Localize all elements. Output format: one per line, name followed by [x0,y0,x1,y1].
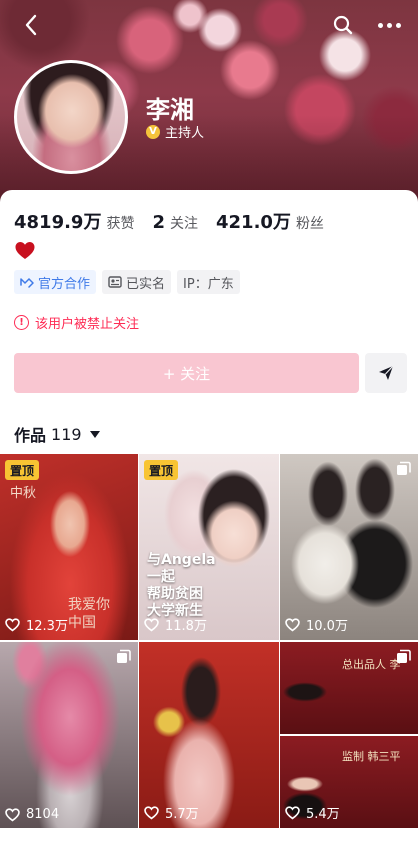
notice-text: 该用户被禁止关注 [35,317,140,332]
follow-label: + 关注 [162,364,211,383]
ip-location-tag: IP：广东 [177,270,240,294]
stat-value: 421.0万 [216,212,291,233]
avatar[interactable] [14,60,128,174]
stat-value: 4819.9万 [14,212,102,233]
tag-label: 已实名 [126,276,166,292]
like-count: 10.0万 [285,615,348,634]
works-tab[interactable]: 作品 119 [14,422,100,446]
alert-icon: ! [14,315,29,330]
profile-tags: 官方合作 已实名 IP：广东 [14,270,240,294]
works-count: 119 [51,424,82,444]
like-count: 12.3万 [5,615,68,634]
like-value: 11.8万 [165,619,207,634]
like-value: 12.3万 [26,619,68,634]
like-count: 5.4万 [285,803,340,822]
stat-followers[interactable]: 421.0万 粉丝 [216,208,324,234]
tag-label: IP：广东 [183,276,234,292]
like-value: 8104 [26,807,60,822]
pinned-badge: 置顶 [5,460,40,480]
heart-outline-icon [144,805,159,819]
follow-ban-notice: ! 该用户被禁止关注 [14,313,139,332]
works-label: 作品 [14,426,47,445]
video-tile[interactable]: 5.7万 [139,642,279,828]
handshake-icon [20,277,34,288]
multi-image-icon [397,649,411,663]
like-value: 5.4万 [306,807,340,822]
verified-icon: V [146,124,160,139]
heart-outline-icon [285,805,300,819]
overlay-line: 与Angela [147,552,216,568]
multi-image-icon [397,461,411,475]
video-corner-text: 中秋 [10,486,37,501]
follow-button[interactable]: + 关注 [14,353,359,393]
official-cooperation-tag[interactable]: 官方合作 [14,270,97,294]
chevron-left-icon [25,14,37,36]
video-grid: 置顶 中秋 我爱你 中国 12.3万 置顶 与Angela 一起 帮助贫困 大学… [0,454,418,828]
video-tile[interactable]: 置顶 与Angela 一起 帮助贫困 大学新生 11.8万 [139,454,279,640]
video-tile[interactable]: 置顶 中秋 我爱你 中国 12.3万 [0,454,138,640]
heart-outline-icon [144,617,159,631]
overlay-line: 帮助贫困 [147,586,203,602]
like-value: 5.7万 [165,807,199,822]
id-card-icon [108,276,122,288]
overlay-line: 一起 [147,569,175,585]
share-button[interactable] [365,353,407,393]
video-overlay-text: 与Angela 一起 帮助贫困 大学新生 [147,552,216,620]
like-value: 10.0万 [306,619,348,634]
like-count: 8104 [5,807,59,822]
multi-image-icon [117,649,131,663]
stat-likes[interactable]: 4819.9万 获赞 [14,208,134,234]
like-count: 5.7万 [144,803,199,822]
verification-badge: V 主持人 [146,122,204,141]
heart-outline-icon [285,617,300,631]
video-tile[interactable]: 8104 [0,642,138,828]
heart-emoji-icon [15,242,35,259]
back-button[interactable] [14,10,48,40]
credit-text: 总出品人 李 [342,658,401,671]
stat-following[interactable]: 2 关注 [152,212,198,233]
more-button[interactable] [370,10,408,40]
verification-label: 主持人 [165,126,205,141]
search-icon [333,15,353,35]
send-icon [379,365,394,380]
search-button[interactable] [326,10,360,40]
stat-label: 关注 [170,216,198,232]
stat-label: 获赞 [106,216,135,232]
heart-outline-icon [5,807,20,821]
stats-row: 4819.9万 获赞 2 关注 421.0万 粉丝 [14,208,342,234]
video-tile[interactable]: 总出品人 李 监制 韩三平 5.4万 [280,642,418,828]
stat-value: 2 [152,212,165,233]
chevron-down-icon [89,430,100,438]
stat-label: 粉丝 [295,216,324,232]
profile-body: 4819.9万 获赞 2 关注 421.0万 粉丝 官方合作 已实名 IP：广东… [0,190,418,846]
like-count: 11.8万 [144,615,207,634]
username: 李湘 [146,96,194,124]
video-overlay-text: 我爱你 中国 [68,597,110,631]
heart-outline-icon [5,617,20,631]
more-icon [377,22,401,28]
video-tile[interactable]: 10.0万 [280,454,418,640]
pinned-badge: 置顶 [144,460,179,480]
tag-label: 官方合作 [38,276,91,292]
realname-tag[interactable]: 已实名 [102,270,172,294]
credit-text: 监制 韩三平 [342,750,401,763]
